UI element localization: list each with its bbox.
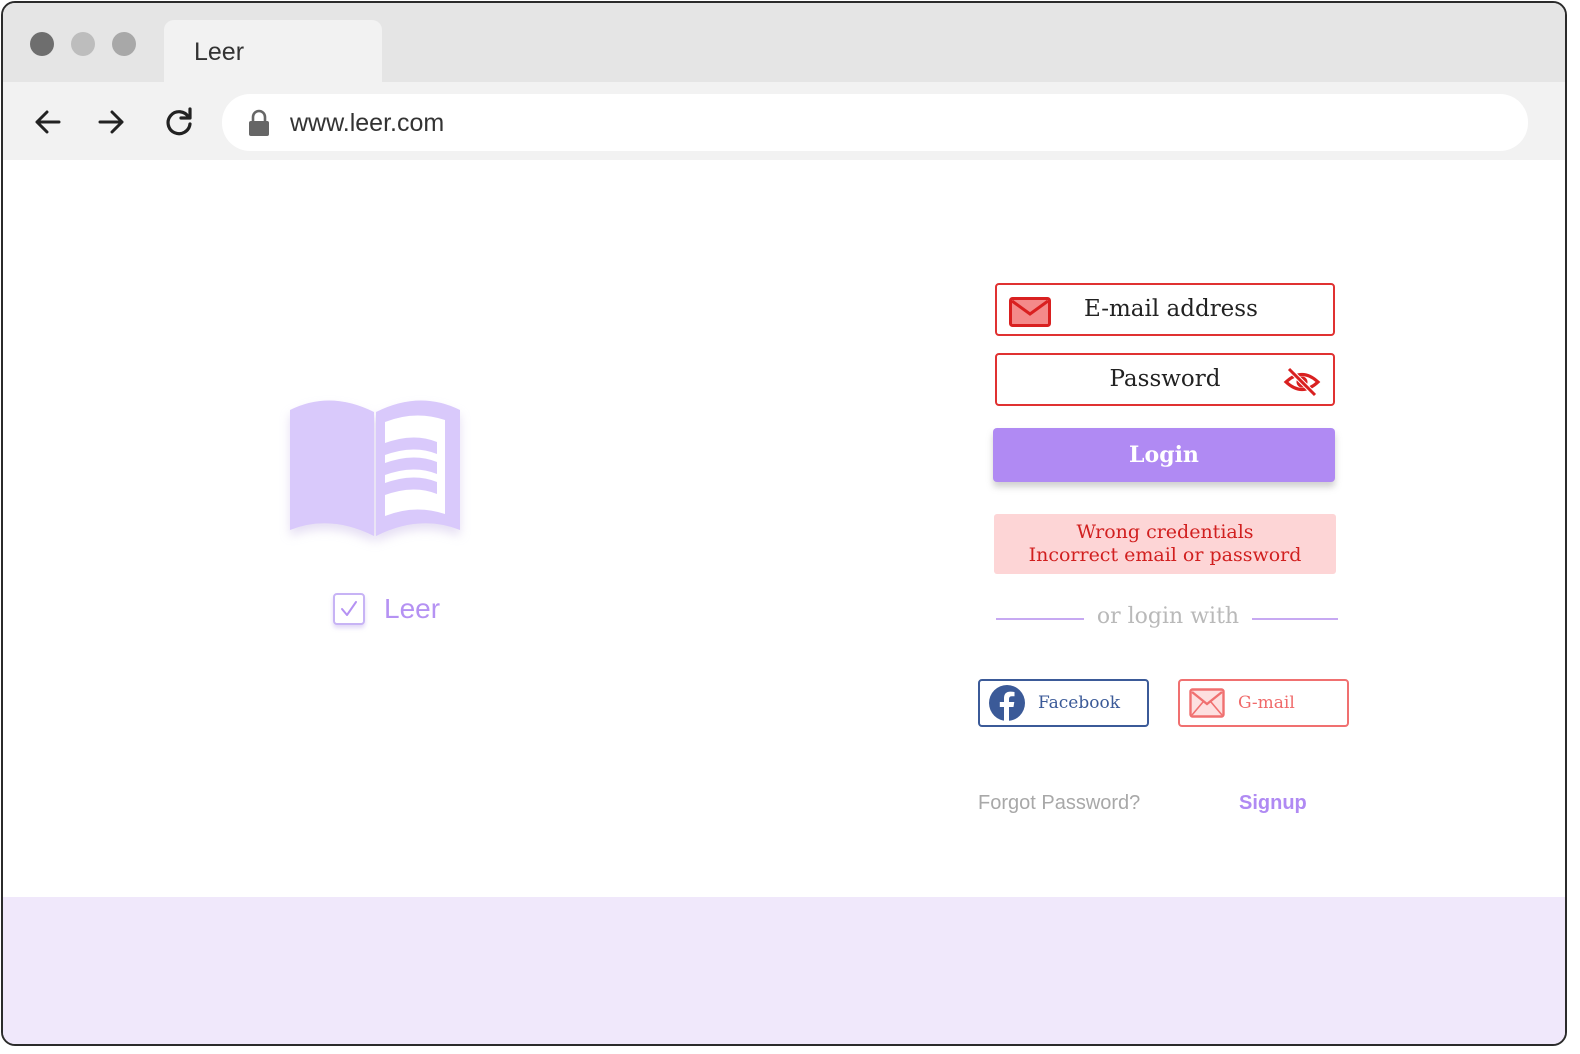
arrow-left-icon bbox=[35, 110, 61, 134]
arrow-right-icon bbox=[98, 110, 124, 134]
eye-slash-icon[interactable] bbox=[1283, 366, 1321, 398]
login-button[interactable]: Login bbox=[993, 428, 1335, 482]
maximize-window-dot[interactable] bbox=[112, 32, 136, 56]
facebook-login-button[interactable]: Facebook bbox=[978, 679, 1149, 727]
error-message: Incorrect email or password bbox=[1028, 544, 1302, 566]
page-content: Leer E-mail address Password Login Wrong… bbox=[3, 160, 1565, 898]
forward-button[interactable] bbox=[91, 102, 131, 142]
checkbox-check-icon bbox=[333, 593, 365, 625]
password-field[interactable]: Password bbox=[995, 353, 1335, 406]
email-placeholder: E-mail address bbox=[1084, 296, 1258, 322]
error-title: Wrong credentials bbox=[1076, 521, 1254, 543]
forgot-password-link[interactable]: Forgot Password? bbox=[978, 792, 1140, 815]
reload-button[interactable] bbox=[159, 102, 199, 142]
facebook-icon bbox=[989, 685, 1025, 721]
brand-name: Leer bbox=[384, 593, 441, 624]
browser-toolbar: www.leer.com bbox=[3, 82, 1565, 160]
brand-logo bbox=[285, 398, 465, 538]
gmail-login-button[interactable]: G-mail bbox=[1178, 679, 1349, 727]
gmail-label: G-mail bbox=[1238, 693, 1295, 713]
browser-tab[interactable]: Leer bbox=[164, 20, 382, 82]
gmail-icon bbox=[1189, 688, 1225, 718]
browser-window: Leer www.leer.com Leer E-mail address Pa… bbox=[1, 1, 1567, 1046]
divider-line-left bbox=[996, 618, 1084, 620]
brand: Leer bbox=[333, 591, 440, 627]
footer-band bbox=[3, 897, 1565, 1044]
error-alert: Wrong credentials Incorrect email or pas… bbox=[994, 514, 1336, 574]
tab-strip: Leer bbox=[3, 3, 1565, 82]
minimize-window-dot[interactable] bbox=[71, 32, 95, 56]
mail-icon bbox=[1009, 297, 1051, 327]
signup-link[interactable]: Signup bbox=[1239, 792, 1307, 815]
open-book-icon bbox=[290, 400, 460, 536]
close-window-dot[interactable] bbox=[30, 32, 54, 56]
lock-icon bbox=[249, 109, 269, 136]
facebook-label: Facebook bbox=[1038, 693, 1121, 713]
divider-text: or login with bbox=[1096, 604, 1240, 629]
url-text: www.leer.com bbox=[290, 109, 445, 137]
back-button[interactable] bbox=[28, 102, 68, 142]
address-bar[interactable]: www.leer.com bbox=[222, 94, 1528, 151]
reload-icon bbox=[166, 107, 192, 136]
email-field[interactable]: E-mail address bbox=[995, 283, 1335, 336]
divider-line-right bbox=[1252, 618, 1338, 620]
tab-title: Leer bbox=[194, 38, 245, 66]
